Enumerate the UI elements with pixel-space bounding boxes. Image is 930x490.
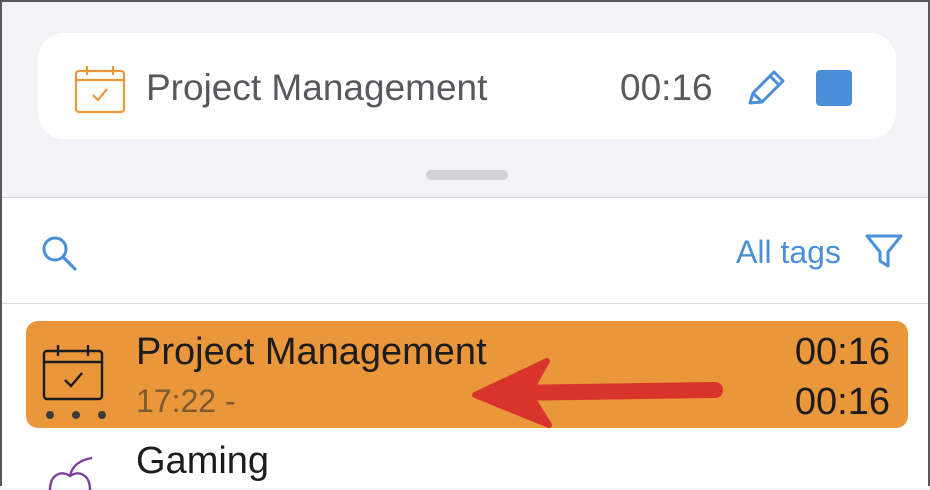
all-tags-filter-button[interactable]: All tags	[736, 232, 841, 272]
entry-start-time: 17:22 -	[136, 383, 236, 419]
apple-icon	[48, 456, 93, 490]
stop-button[interactable]	[816, 70, 852, 106]
sheet-grabber-handle[interactable]	[426, 170, 508, 180]
entry-duration: 00:16	[794, 331, 890, 373]
entry-title[interactable]: Gaming	[136, 436, 269, 486]
pencil-icon[interactable]	[744, 69, 786, 109]
running-timer-card[interactable]: Project Management 00:16	[38, 33, 896, 139]
running-timer-title: Project Management	[146, 67, 488, 108]
search-icon[interactable]	[40, 234, 78, 272]
running-timer-elapsed: 00:16	[620, 67, 713, 108]
red-arrow-icon	[472, 358, 723, 428]
entry-total-duration: 00:16	[794, 381, 890, 423]
toolbar-divider	[2, 303, 928, 304]
calendar-check-icon	[42, 345, 104, 401]
entry-title: Project Management	[136, 331, 487, 373]
running-indicator-dots	[46, 411, 106, 419]
funnel-icon[interactable]	[864, 232, 904, 270]
entries-sheet: All tags Project Management 17:22 - 00:1…	[2, 197, 928, 490]
calendar-check-icon	[74, 66, 126, 114]
